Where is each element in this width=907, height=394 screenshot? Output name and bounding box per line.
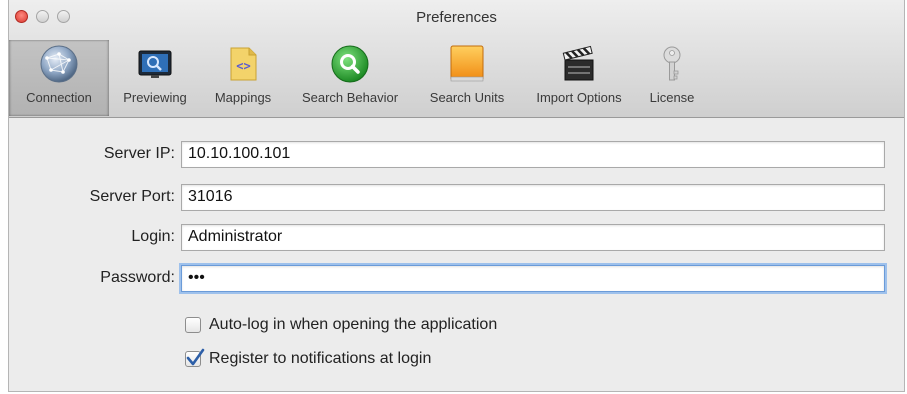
tab-mappings[interactable]: <> Mappings <box>201 40 285 116</box>
register-notifications-label: Register to notifications at login <box>209 350 432 367</box>
clapperboard-icon <box>559 44 599 84</box>
server-port-row: Server Port: <box>9 183 885 211</box>
checkmark-icon <box>186 348 205 366</box>
orange-drive-icon <box>447 44 487 84</box>
server-ip-input[interactable] <box>181 140 885 168</box>
server-ip-label: Server IP: <box>103 145 175 162</box>
tab-search-behavior[interactable]: Search Behavior <box>285 40 415 116</box>
tab-mappings-label: Mappings <box>214 90 272 105</box>
key-icon <box>652 44 692 84</box>
register-notifications-option[interactable]: Register to notifications at login <box>185 348 432 368</box>
green-search-icon <box>330 44 370 84</box>
tab-connection-label: Connection <box>26 90 92 105</box>
auto-login-option[interactable]: Auto-log in when opening the application <box>185 316 497 334</box>
password-label: Password: <box>100 269 175 286</box>
login-row: Login: <box>9 223 885 251</box>
tab-previewing-label: Previewing <box>123 90 187 105</box>
password-row: Password: <box>9 264 885 292</box>
server-ip-row: Server IP: <box>9 140 885 168</box>
title-bar: Preferences Connection Previewing <> Map… <box>9 0 904 118</box>
password-input[interactable] <box>181 264 885 292</box>
server-port-label: Server Port: <box>89 188 175 205</box>
code-document-icon: <> <box>223 44 263 84</box>
tab-import-options[interactable]: Import Options <box>519 40 639 116</box>
tab-search-units-label: Search Units <box>429 90 505 105</box>
auto-login-label: Auto-log in when opening the application <box>209 316 498 333</box>
tab-search-units[interactable]: Search Units <box>415 40 519 116</box>
preferences-window: Preferences Connection Previewing <> Map… <box>8 0 905 392</box>
login-label: Login: <box>131 228 175 245</box>
tab-search-behavior-label: Search Behavior <box>301 90 399 105</box>
monitor-magnifier-icon <box>135 44 175 84</box>
server-port-input[interactable] <box>181 183 885 211</box>
tab-license[interactable]: License <box>639 40 705 116</box>
register-notifications-checkbox[interactable] <box>185 348 205 367</box>
login-input[interactable] <box>181 223 885 251</box>
tab-import-options-label: Import Options <box>536 90 622 105</box>
auto-login-checkbox[interactable] <box>185 317 201 333</box>
tab-previewing[interactable]: Previewing <box>109 40 201 116</box>
window-title: Preferences <box>416 9 497 26</box>
tab-license-label: License <box>649 90 695 105</box>
svg-text:<>: <> <box>236 59 250 73</box>
connection-globe-icon <box>39 44 79 84</box>
tab-connection[interactable]: Connection <box>9 40 109 116</box>
preferences-toolbar: Connection Previewing <> Mappings Search… <box>9 40 705 116</box>
